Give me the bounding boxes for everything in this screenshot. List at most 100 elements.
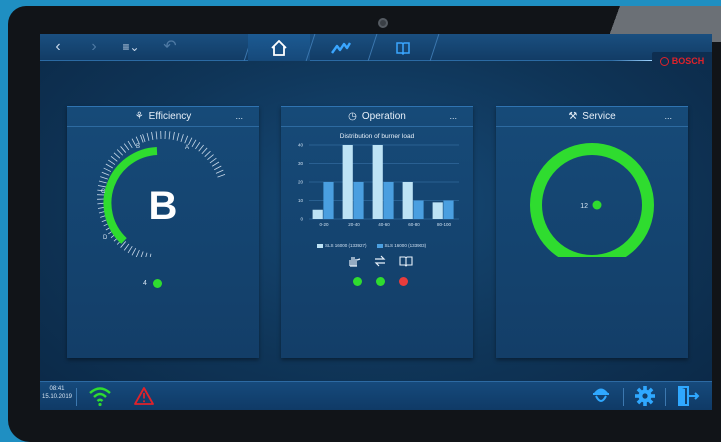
efficiency-card[interactable]: ⚘ Efficiency ... B A C D B 4 [67, 106, 259, 358]
x-tick-label: 60-80 [408, 222, 420, 227]
operation-status-dots [353, 277, 408, 286]
efficiency-gauge: B A C D B [97, 131, 226, 257]
gauge-tick [155, 131, 158, 140]
chart-bar [383, 182, 394, 219]
y-tick-label: 0 [300, 217, 303, 222]
brand-accent-line [612, 60, 652, 61]
chart-bar [353, 182, 364, 219]
burner-load-chart: Distribution of burner load 0 10 20 30 40 0-2… [298, 133, 459, 227]
gauge-tick [172, 131, 175, 140]
gauge-tick [151, 131, 154, 140]
chart-bar [372, 145, 383, 219]
top-navigation-bar: ‹ › ≡⌄ ↶ [40, 34, 712, 61]
scale-label-b: B [136, 144, 140, 150]
operation-title: Operation [361, 111, 406, 122]
service-value: 12 [580, 203, 588, 210]
chart-bar [323, 182, 334, 219]
manual-icon [399, 256, 413, 267]
service-more-button[interactable]: ... [664, 111, 672, 121]
scale-label-c: C [101, 189, 106, 195]
chart-bar [413, 200, 424, 219]
gauge-tick [101, 171, 110, 176]
x-tick-label: 40-60 [378, 222, 390, 227]
legend-item: SLS 16000 (133927) [317, 243, 367, 248]
gauge-tick [145, 252, 148, 257]
service-progress-ring [530, 143, 654, 257]
service-status-dot [592, 200, 602, 210]
bottom-separator [76, 388, 77, 406]
gauge-tick [97, 185, 106, 188]
y-tick-label: 20 [298, 180, 304, 185]
brand-name: BOSCH [671, 56, 705, 66]
undo-button[interactable]: ↶ [158, 37, 182, 57]
x-tick-label: 80-100 [437, 222, 452, 227]
bottom-status-bar: 08:41 15.10.2019 [40, 381, 712, 410]
efficiency-status-count: 4 [143, 280, 147, 287]
status-dot-fuel-switch [376, 277, 385, 286]
tab-trend[interactable] [310, 34, 372, 61]
gauge-tick [120, 146, 127, 153]
date-value: 15.10.2019 [41, 394, 73, 400]
gauge-tick [108, 159, 116, 165]
gauge-tick [211, 161, 220, 167]
legend-label: SLS 16000 (133903) [384, 243, 427, 248]
gauge-tick [149, 253, 152, 257]
efficiency-status-dot [152, 279, 162, 288]
tab-manual[interactable] [372, 34, 434, 61]
gauge-tick [135, 136, 140, 145]
back-button[interactable]: ‹ [46, 37, 70, 57]
menu-button[interactable]: ≡⌄ [116, 37, 146, 57]
gauge-tick [123, 143, 130, 151]
x-tick-label: 20-40 [348, 222, 360, 227]
chart-bar [342, 145, 353, 219]
efficiency-status: 4 [143, 279, 162, 288]
brand-logo: BOSCH [652, 52, 712, 70]
clock-icon: ◷ [348, 111, 357, 122]
gauge-tick [215, 169, 224, 174]
gauge-tick [191, 139, 197, 147]
chart-title: Distribution of burner load [340, 133, 415, 140]
gauge-tick [168, 131, 171, 140]
logout-icon[interactable] [676, 385, 700, 407]
service-technician-icon[interactable] [590, 384, 612, 408]
status-dot-manual [399, 277, 408, 286]
scale-label-a: A [185, 145, 189, 151]
gauge-tick [105, 163, 113, 169]
wifi-icon[interactable] [88, 385, 112, 407]
operation-card[interactable]: ◷ Operation ... Distribution of burner l… [281, 106, 473, 358]
gauge-tick [176, 132, 180, 141]
legend-swatch [317, 243, 323, 248]
service-ring: 12 [530, 143, 654, 257]
gauge-tick [123, 243, 130, 251]
operation-status-icons [347, 255, 413, 267]
operation-more-button[interactable]: ... [449, 111, 457, 121]
legend-swatch [376, 243, 383, 248]
gauge-tick [116, 149, 123, 156]
forward-button[interactable]: › [82, 37, 106, 57]
efficiency-more-button[interactable]: ... [235, 111, 243, 121]
chart-bar [432, 202, 443, 219]
scale-label-d: D [103, 235, 108, 241]
service-card[interactable]: ⚒ Service ... 12 [496, 106, 688, 358]
gauge-tick [209, 157, 217, 164]
legend-label: SLS 16000 (133927) [325, 243, 367, 248]
efficiency-grade: B [149, 184, 178, 228]
gauge-tick [184, 135, 189, 144]
gauge-tick [127, 140, 133, 149]
bosch-armature-icon [659, 56, 669, 66]
settings-gear-icon[interactable] [634, 385, 656, 407]
service-title: Service [582, 111, 616, 122]
operation-card-header: ◷ Operation ... [281, 107, 473, 127]
gauge-tick [217, 174, 226, 178]
efficiency-title: Efficiency [148, 111, 192, 122]
warning-icon[interactable] [133, 386, 155, 406]
chart-bar [312, 209, 323, 219]
gauge-tick [207, 154, 214, 161]
gauge-tick [198, 144, 204, 152]
tab-home[interactable] [248, 34, 310, 61]
gauge-tick [201, 147, 208, 155]
gauge-tick [140, 251, 144, 257]
gauge-tick [140, 134, 144, 143]
y-tick-label: 40 [298, 143, 304, 148]
gauge-tick [195, 142, 201, 150]
